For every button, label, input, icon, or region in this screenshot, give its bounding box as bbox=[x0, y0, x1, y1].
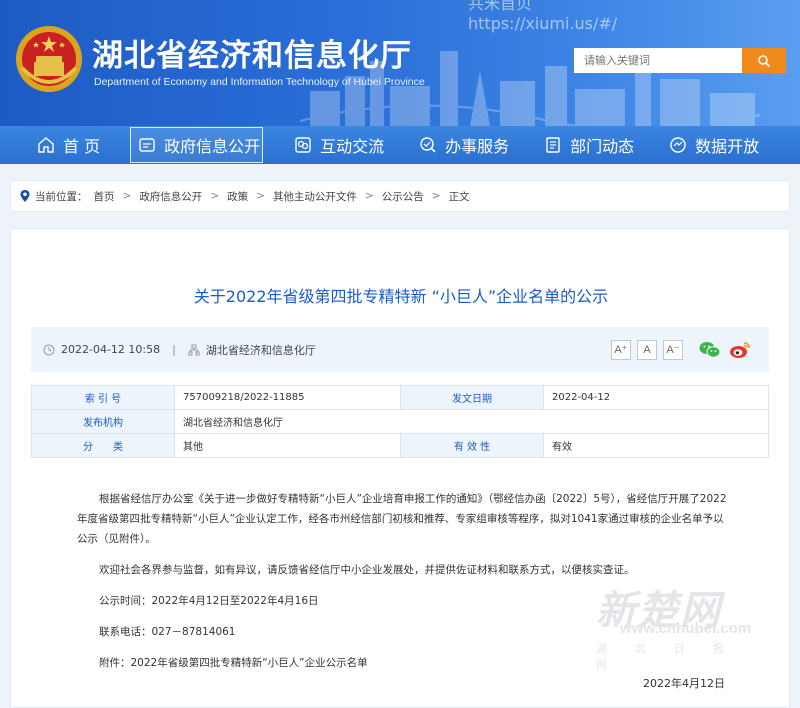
nav-item-services[interactable]: 办事服务 bbox=[418, 126, 509, 164]
nav-item-data[interactable]: 数据开放 bbox=[668, 126, 759, 164]
table-row: 发布机构 湖北省经济和信息化厅 bbox=[31, 409, 769, 434]
breadcrumb-separator: > bbox=[210, 190, 220, 202]
clock-icon bbox=[43, 344, 55, 355]
data-icon bbox=[670, 137, 686, 153]
national-emblem-icon bbox=[16, 26, 82, 92]
breadcrumb-prefix: 当前位置： bbox=[35, 190, 88, 203]
breadcrumb: 当前位置： 首页 > 政府信息公开 > 政策 > 其他主动公开文件 > 公示公告… bbox=[10, 180, 790, 212]
font-decrease-button[interactable]: A⁻ bbox=[663, 339, 683, 360]
breadcrumb-home[interactable]: 首页 bbox=[94, 189, 115, 204]
site-header: 共米首贝 https://xiumi.us/#/ 湖北省经济和信息化厅 Depa… bbox=[0, 0, 800, 126]
weibo-icon[interactable] bbox=[729, 341, 751, 359]
publish-date: 2022-04-12 10:58 bbox=[61, 343, 161, 356]
search-input[interactable] bbox=[574, 48, 742, 73]
nav-label: 部门动态 bbox=[570, 137, 635, 156]
article-title: 关于2022年省级第四批专精特新 “小巨人”企业名单的公示 bbox=[193, 287, 609, 306]
watermark-url: www.cnhubei.com bbox=[620, 620, 752, 637]
breadcrumb-announcements[interactable]: 公示公告 bbox=[382, 189, 424, 204]
breadcrumb-separator: > bbox=[256, 190, 265, 202]
wechat-icon[interactable] bbox=[699, 341, 721, 359]
watermark-text: 共米首贝 https://xiumi.us/#/ bbox=[468, 0, 618, 33]
body-paragraph: 欢迎社会各界参与监督，如有异议，请反馈省经信厅中小企业发展处，并提供佐证材料和联… bbox=[99, 564, 635, 576]
cnhubei-watermark: 新楚网 www.cnhubei.com 湖北日报网 bbox=[590, 578, 790, 671]
index-value: 757009218/2022-11885 bbox=[174, 385, 401, 410]
validity-value: 有效 bbox=[543, 433, 769, 458]
date-value: 2022-04-12 bbox=[543, 385, 769, 410]
breadcrumb-separator: > bbox=[364, 190, 374, 202]
service-icon bbox=[420, 137, 436, 153]
breadcrumb-policy[interactable]: 政策 bbox=[227, 189, 248, 204]
table-row: 索 引 号 757009218/2022-11885 发文日期 2022-04-… bbox=[31, 385, 769, 410]
news-icon bbox=[546, 137, 560, 153]
sign-date: 2022年4月12日 bbox=[643, 677, 725, 690]
font-reset-button[interactable]: A bbox=[637, 339, 657, 360]
breadcrumb-gov-info[interactable]: 政府信息公开 bbox=[139, 189, 202, 204]
org-label: 发布机构 bbox=[31, 409, 175, 434]
index-label: 索 引 号 bbox=[31, 385, 175, 410]
divider: | bbox=[172, 343, 176, 356]
category-label: 分 类 bbox=[31, 433, 175, 458]
body-paragraph: 根据省经信厅办公室《关于进一步做好专精特新“小巨人”企业培育申报工作的通知》（鄂… bbox=[77, 493, 727, 545]
article-meta-bar: 2022-04-12 10:58 | 湖北省经济和信息化厅 A⁺ A A⁻ bbox=[31, 327, 769, 372]
nav-label: 数据开放 bbox=[695, 137, 760, 156]
document-info-table: 索 引 号 757009218/2022-11885 发文日期 2022-04-… bbox=[31, 385, 769, 458]
nav-label: 首 页 bbox=[63, 137, 101, 156]
category-value: 其他 bbox=[174, 433, 401, 458]
home-icon bbox=[38, 137, 54, 153]
search-button[interactable] bbox=[742, 48, 786, 73]
validity-label: 有 效 性 bbox=[400, 433, 544, 458]
font-increase-button[interactable]: A⁺ bbox=[611, 339, 631, 360]
location-pin-icon bbox=[20, 190, 30, 202]
search-icon bbox=[758, 54, 771, 67]
nav-item-news[interactable]: 部门动态 bbox=[543, 126, 634, 164]
breadcrumb-other-files[interactable]: 其他主动公开文件 bbox=[273, 189, 357, 204]
site-subtitle: Department of Economy and Information Te… bbox=[94, 76, 425, 88]
breadcrumb-separator: > bbox=[122, 190, 132, 202]
nav-item-interaction[interactable]: 互动交流 bbox=[293, 126, 384, 164]
site-title: 湖北省经济和信息化厅 bbox=[92, 38, 412, 74]
nav-item-gov-info[interactable]: 政府信息公开 bbox=[130, 127, 264, 163]
nav-label: 互动交流 bbox=[320, 137, 385, 156]
search-bar bbox=[574, 48, 786, 73]
article-source: 湖北省经济和信息化厅 bbox=[205, 343, 316, 357]
breadcrumb-separator: > bbox=[431, 190, 441, 202]
nav-label: 办事服务 bbox=[445, 137, 510, 156]
nav-label: 政府信息公开 bbox=[164, 137, 261, 156]
org-value: 湖北省经济和信息化厅 bbox=[174, 409, 769, 434]
organization-icon bbox=[188, 344, 200, 355]
date-label: 发文日期 bbox=[400, 385, 544, 410]
main-nav: 首 页 政府信息公开 互动交流 办事服务 部门动态 数据开放 bbox=[0, 126, 800, 164]
nav-item-home[interactable]: 首 页 bbox=[36, 126, 100, 164]
table-row: 分 类 其他 有 效 性 有效 bbox=[31, 433, 769, 458]
watermark-caption: 湖北日报网 bbox=[596, 642, 752, 671]
chat-icon bbox=[295, 137, 311, 153]
breadcrumb-current: 正文 bbox=[448, 190, 470, 203]
document-icon bbox=[139, 138, 155, 152]
